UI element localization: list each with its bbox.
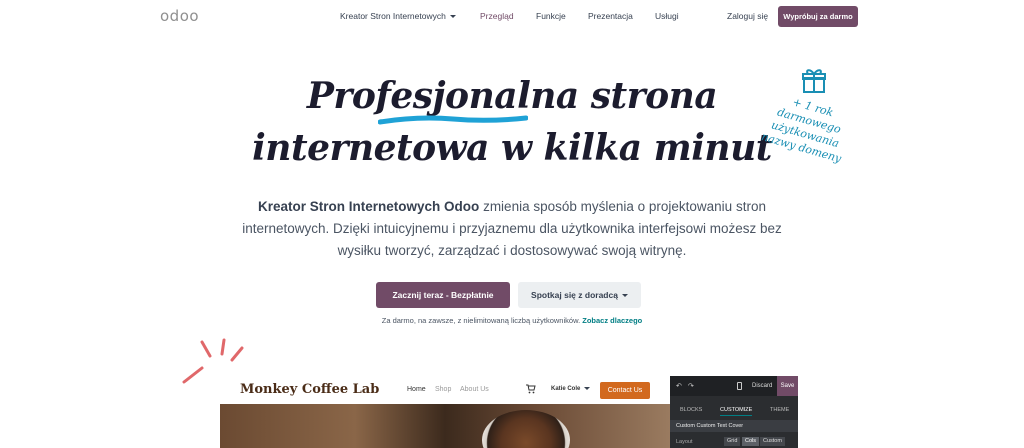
headline-line-2: internetowa w kilka minut xyxy=(252,127,772,169)
discard-button[interactable]: Discard xyxy=(752,383,772,389)
editor-tabs: BLOCKS CUSTOMIZE THEME xyxy=(670,404,798,416)
editor-panel: ↶ ↷ Discard Save BLOCKS CUSTOMIZE THEME … xyxy=(670,376,798,448)
layout-label: Layout xyxy=(676,439,693,445)
site-logo-word: Coffee xyxy=(301,382,349,397)
nav-item-website-builder[interactable]: Kreator Stron Internetowych xyxy=(340,11,456,21)
top-navigation: odoo Kreator Stron Internetowych Przeglą… xyxy=(0,0,1024,34)
editor-layout-row: Layout Grid Cols Custom xyxy=(670,436,798,448)
try-free-button[interactable]: Wypróbuj za darmo xyxy=(778,6,858,27)
undo-icon[interactable]: ↶ xyxy=(676,382,682,390)
cart-icon[interactable] xyxy=(526,384,536,394)
nav-item-overview[interactable]: Przegląd xyxy=(480,11,514,21)
hero-description: Kreator Stron Internetowych Odoo zmienia… xyxy=(222,196,802,262)
odoo-logo[interactable]: odoo xyxy=(160,7,199,25)
nav-item-presentation[interactable]: Prezentacja xyxy=(588,11,633,21)
site-logo: Monkey Coffee Lab xyxy=(240,382,379,397)
save-button[interactable]: Save xyxy=(777,376,798,396)
layout-option-cols[interactable]: Cols xyxy=(742,437,760,446)
see-why-link[interactable]: Zobacz dlaczego xyxy=(582,316,642,325)
layout-option-grid[interactable]: Grid xyxy=(724,437,741,446)
chevron-down-icon xyxy=(621,293,628,297)
free-note-text: Za darmo, na zawsze, z nielimitowaną lic… xyxy=(381,316,581,325)
tab-blocks[interactable]: BLOCKS xyxy=(680,407,702,413)
start-free-button[interactable]: Zacznij teraz - Bezpłatnie xyxy=(376,282,510,308)
login-link[interactable]: Zaloguj się xyxy=(727,11,768,21)
mobile-preview-icon[interactable] xyxy=(737,382,742,390)
site-contact-button[interactable]: Contact Us xyxy=(600,382,650,399)
chevron-down-icon xyxy=(584,386,591,390)
site-nav-about[interactable]: About Us xyxy=(460,386,489,393)
redo-icon[interactable]: ↷ xyxy=(688,382,694,390)
headline-line-1: Profesjonalna strona xyxy=(306,75,718,117)
meet-advisor-label: Spotkaj się z doradcą xyxy=(531,290,618,300)
site-nav-home[interactable]: Home xyxy=(407,386,426,393)
editor-section-header[interactable]: Custom Custom Text Cover xyxy=(670,420,798,432)
website-builder-preview: Monkey Coffee Lab Home Shop About Us Kat… xyxy=(220,376,798,448)
tab-customize[interactable]: CUSTOMIZE xyxy=(720,407,753,416)
site-hero-image xyxy=(220,404,670,448)
gift-icon xyxy=(802,69,826,93)
site-nav-shop[interactable]: Shop xyxy=(435,386,451,393)
site-user-menu[interactable]: Katie Cole xyxy=(551,386,591,392)
site-user-name: Katie Cole xyxy=(551,386,581,392)
site-header: Monkey Coffee Lab Home Shop About Us Kat… xyxy=(220,376,670,404)
layout-option-custom[interactable]: Custom xyxy=(760,437,785,446)
site-logo-word: Monkey xyxy=(240,382,298,397)
hero-description-brand: Kreator Stron Internetowych Odoo xyxy=(258,199,480,214)
nav-item-features[interactable]: Funkcje xyxy=(536,11,566,21)
coffee-bowl-image xyxy=(482,410,570,448)
nav-item-services[interactable]: Usługi xyxy=(655,11,679,21)
site-logo-word: Lab xyxy=(352,382,380,397)
editor-section-label: Custom Custom Text Cover xyxy=(676,423,744,429)
meet-advisor-button[interactable]: Spotkaj się z doradcą xyxy=(518,282,641,308)
headline-underline xyxy=(378,115,528,125)
editor-toolbar: ↶ ↷ Discard Save xyxy=(670,376,798,396)
nav-item-label: Kreator Stron Internetowych xyxy=(340,11,446,21)
free-note: Za darmo, na zawsze, z nielimitowaną lic… xyxy=(0,316,1024,325)
tab-theme[interactable]: THEME xyxy=(770,407,789,413)
chevron-down-icon xyxy=(449,15,456,19)
